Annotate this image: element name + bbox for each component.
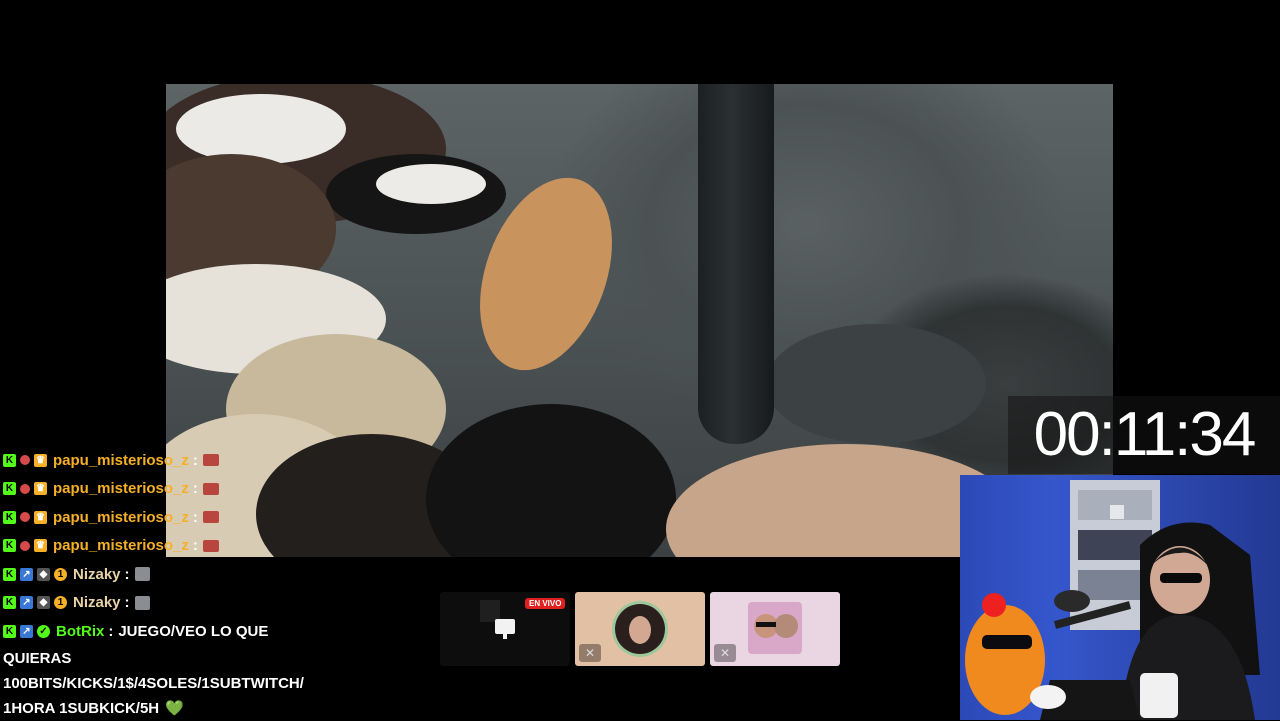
chat-colon: : [124,594,130,612]
chat-message: K ♛ papu_misterioso_z : [0,532,360,561]
kick-icon: K [3,510,16,524]
verified-icon: ↗ [20,567,33,581]
chat-colon: : [192,508,198,526]
chat-colon: : [192,537,198,555]
live-badge: EN VIVO [525,598,566,609]
lips-badge-icon [20,540,30,551]
kick-icon: K [3,596,16,610]
lips-emote-icon [202,511,219,524]
wolf-icon: ◆ [37,567,50,581]
verified-icon: ↗ [20,624,33,638]
concrete-stream [698,84,774,444]
chat-message: K ♛ papu_misterioso_z : [0,446,360,475]
chat-message: K ♛ papu_misterioso_z : [0,475,360,504]
crown-icon: ♛ [34,510,47,524]
chat-username[interactable]: Nizaky [73,566,121,583]
monitor-stand [503,634,507,639]
chat-text: JUEGO/VEO LO QUE [118,622,269,640]
chat-text-continuation: 100BITS/KICKS/1$/4SOLES/1SUBTWITCH/ [3,674,304,692]
crown-icon: ♛ [34,482,47,496]
kick-icon: K [3,539,16,553]
sunglasses [1160,573,1202,583]
chat-message: K ↗ ✓ BotRix : JUEGO/VEO LO QUE [0,617,360,646]
kick-icon: K [3,624,16,638]
webcam-scene [965,480,1260,720]
crown-icon: ♛ [34,539,47,553]
lips-emote-icon [202,454,219,467]
chat-username[interactable]: papu_misterioso_z [53,452,189,469]
chat-colon: : [108,622,114,640]
cat-emote-icon [134,595,150,610]
chat-username[interactable]: papu_misterioso_z [53,537,189,554]
sunglasses [756,622,776,627]
green-heart-icon: 💚 [165,700,184,717]
chat-message: K ↗ ◆ 1 Nizaky : [0,589,360,618]
avatar-face [774,614,798,638]
cup-object [1110,505,1124,519]
lips-badge-icon [20,512,30,523]
chat-username[interactable]: BotRix [56,623,104,640]
crown-icon: ♛ [34,453,47,467]
wolf-icon: ◆ [37,596,50,610]
chat-colon: : [192,451,198,469]
plush-comb [982,593,1006,617]
chat-text-continuation: QUIERAS [3,649,72,667]
lips-emote-icon [202,539,219,552]
chat-colon: : [192,480,198,498]
chat-message: K ↗ ◆ 1 Nizaky : [0,560,360,589]
fur-shape [176,94,346,164]
chat-message: K ♛ papu_misterioso_z : [0,503,360,532]
mic-off-icon[interactable]: ✕ [579,644,601,662]
kick-icon: K [3,567,16,581]
monitor-icon [495,619,515,634]
cat-emote-icon [134,567,150,582]
guest-tile-screenshare[interactable]: EN VIVO [440,592,570,666]
lips-emote-icon [202,482,219,495]
chat-text: 1HORA 1SUBKICK/5H [3,699,160,717]
mug [1140,673,1178,718]
fur-shape [376,164,486,204]
guest-tile-2[interactable]: ✕ [575,592,705,666]
chat-username[interactable]: Nizaky [73,594,121,611]
microphone [1054,590,1090,612]
lips-badge-icon [20,455,30,466]
guest-tile-3[interactable]: ✕ [710,592,840,666]
sub-badge-icon: 1 [54,596,67,610]
chat-username[interactable]: papu_misterioso_z [53,509,189,526]
stream-timer: 00:11:34 [1008,396,1280,474]
verified-icon: ↗ [20,596,33,610]
bot-check-icon: ✓ [37,624,50,638]
kick-icon: K [3,453,16,467]
plush-sunglasses [982,635,1032,649]
chat-username[interactable]: papu_misterioso_z [53,480,189,497]
sub-badge-icon: 1 [54,567,67,581]
lips-badge-icon [20,483,30,494]
mouse [1030,685,1066,709]
chat-overlay: K ♛ papu_misterioso_z : K ♛ papu_misteri… [0,446,360,721]
fur-shape [426,404,676,557]
webcam-feed [960,475,1280,720]
mic-off-icon[interactable]: ✕ [714,644,736,662]
avatar-face [629,616,651,644]
kick-icon: K [3,482,16,496]
fur-shape [766,324,986,444]
avatar [480,600,500,622]
chat-text-continuation-last: 1HORA 1SUBKICK/5H 💚 [0,696,360,721]
chat-colon: : [124,565,130,583]
